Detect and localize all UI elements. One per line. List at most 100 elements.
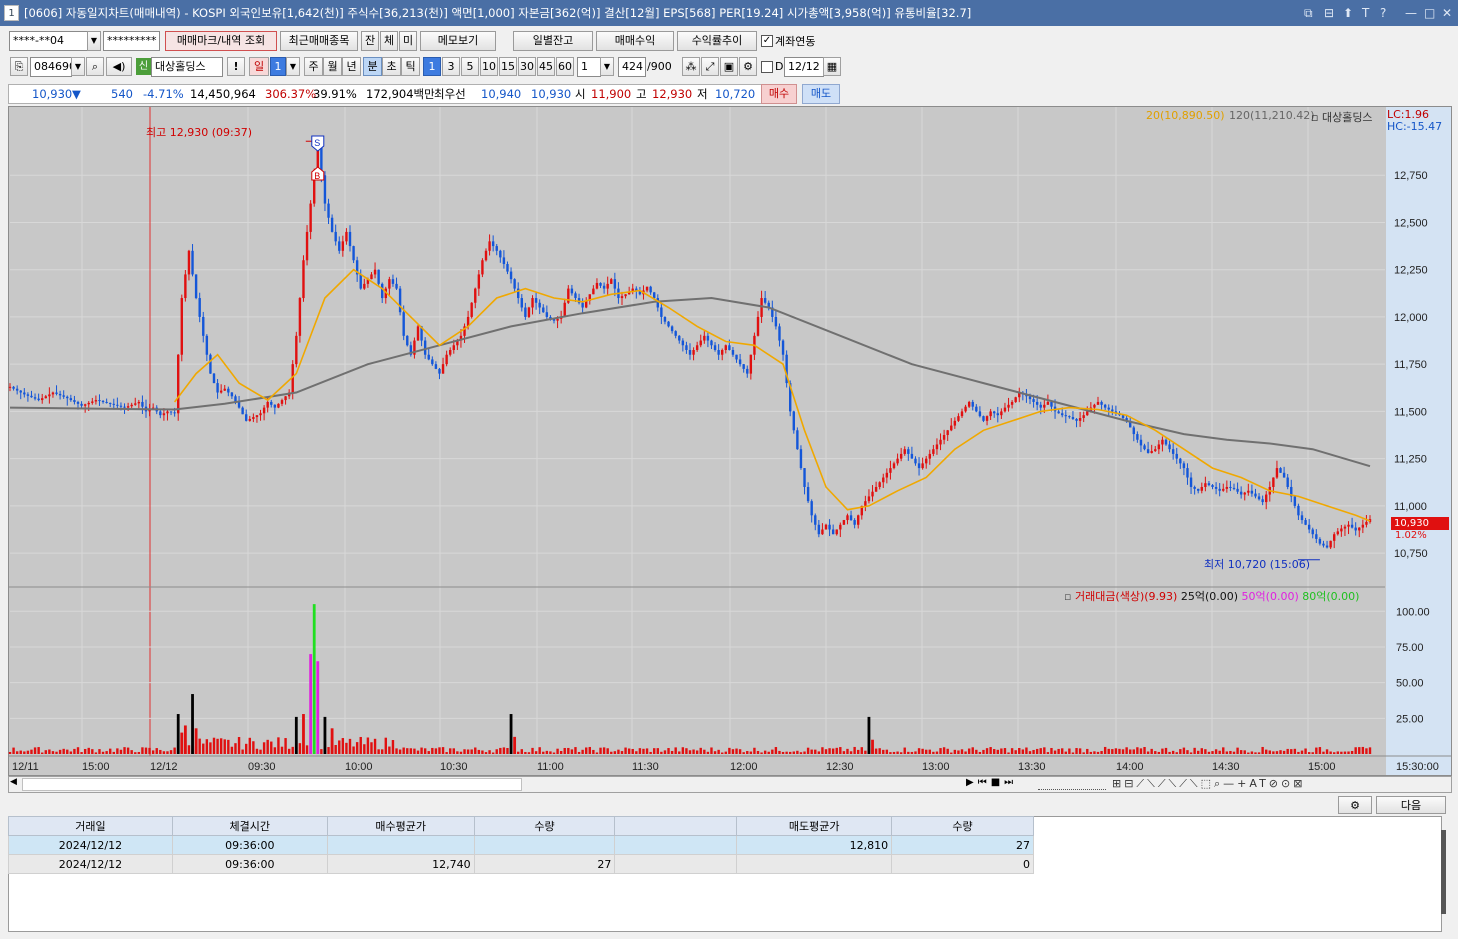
volume-bar <box>241 749 244 754</box>
volume-bar <box>230 746 234 754</box>
candle-body <box>91 401 94 403</box>
candle-body <box>177 354 180 414</box>
table-scrollbar[interactable] <box>1441 830 1446 914</box>
volume-bar <box>470 749 473 754</box>
candle-body <box>481 260 484 275</box>
candle-body <box>1218 488 1221 491</box>
volume-bar <box>649 751 652 754</box>
candle-body <box>359 274 362 289</box>
candle-body <box>649 286 652 293</box>
volume-bar <box>1025 747 1028 754</box>
zoom-slider[interactable] <box>1038 778 1106 790</box>
col-buy-avg[interactable]: 매수평균가 <box>326 816 475 836</box>
volume-bar <box>1186 750 1189 754</box>
col-trade-date[interactable]: 거래일 <box>8 816 173 836</box>
candle-body <box>1325 545 1329 548</box>
cell-buy-qty <box>473 835 616 855</box>
volume-y-tick: 100.00 <box>1396 606 1430 618</box>
volume-bar <box>878 748 881 754</box>
y-tick-label: 12,750 <box>1394 170 1428 182</box>
volume-bar <box>83 748 87 754</box>
candle-body <box>917 463 921 469</box>
volume-bar <box>1336 751 1339 754</box>
hc-value: HC:-15.47 <box>1387 120 1443 133</box>
volume-bar <box>1236 747 1239 754</box>
volume-bar <box>549 751 552 754</box>
col-buy-qty[interactable]: 수량 <box>473 816 616 836</box>
volume-bar <box>1111 749 1114 754</box>
volume-bar <box>613 751 617 754</box>
volume-y-tick: 25.00 <box>1396 713 1424 725</box>
col-exec-time[interactable]: 체결시간 <box>171 816 328 836</box>
candle-body <box>606 283 609 289</box>
y-tick-label: 11,750 <box>1394 359 1427 371</box>
volume-bar <box>245 743 248 754</box>
volume-bar <box>864 750 867 754</box>
x-tick-label: 15:30:00 <box>1396 761 1439 773</box>
volume-bar <box>1250 751 1254 754</box>
volume-bar <box>642 748 645 754</box>
ma20-legend: 20(10,890.50) <box>1146 109 1225 122</box>
cell-buy-avg: 12,740 <box>326 854 475 874</box>
candle-body <box>1121 415 1125 419</box>
candle-body <box>1279 468 1282 473</box>
next-button[interactable]: 다음 <box>1376 796 1446 814</box>
volume-bar <box>706 751 710 754</box>
volume-bar <box>1315 747 1318 754</box>
candle-body <box>685 345 688 350</box>
volume-bar <box>774 747 778 754</box>
volume-bar <box>431 747 434 754</box>
volume-bar <box>1243 750 1246 754</box>
volume-bar <box>1032 749 1035 754</box>
candle-body <box>266 401 269 408</box>
scroll-left-icon[interactable]: ◀ <box>10 777 17 787</box>
volume-bar <box>796 750 799 754</box>
volume-bar <box>377 749 380 754</box>
volume-bar <box>1275 751 1279 754</box>
volume-bar <box>1340 751 1343 754</box>
volume-spike-bar <box>176 714 180 754</box>
volume-bar <box>12 747 15 754</box>
volume-bar <box>420 747 423 754</box>
table-row[interactable]: 2024/12/12 09:36:00 12,810 27 <box>8 835 1034 855</box>
volume-bar <box>270 741 273 754</box>
scroll-thumb[interactable] <box>22 778 522 791</box>
x-tick-label: 12/12 <box>150 761 178 773</box>
candle-body <box>219 390 223 393</box>
playback-controls[interactable]: ▶⏮■⏭ <box>966 777 1017 788</box>
drawing-tools-icons[interactable]: ⊞⊟⟋⟍⟋⟍⟋⟍⬚⌕—+AT⊘⊙⊠ <box>1112 777 1305 791</box>
candle-body <box>1096 401 1100 405</box>
volume-bar <box>112 751 115 754</box>
volume-bar <box>280 746 284 754</box>
x-tick-label: 09:30 <box>248 761 276 773</box>
volume-bar <box>474 747 477 754</box>
volume-legend-80: 80억(0.00) <box>1302 590 1360 603</box>
volume-bar <box>978 751 982 754</box>
candle-body <box>760 298 763 317</box>
candle-body <box>613 279 617 289</box>
col-sell-avg[interactable]: 매도평균가 <box>736 816 893 836</box>
volume-bar <box>373 738 377 754</box>
table-row[interactable]: 2024/12/12 09:36:00 12,740 27 0 <box>8 854 1034 874</box>
volume-bar <box>688 750 692 754</box>
candle-body <box>1211 485 1214 487</box>
volume-bar <box>559 751 563 754</box>
volume-bar <box>1014 750 1017 754</box>
col-sell-qty[interactable]: 수량 <box>891 816 1034 836</box>
x-tick-label: 14:00 <box>1116 761 1144 773</box>
candle-body <box>921 463 924 469</box>
volume-bar <box>273 747 277 754</box>
candle-body <box>1168 444 1171 450</box>
cell-time: 09:36:00 <box>171 854 328 874</box>
table-settings-icon[interactable]: ⚙ <box>1338 796 1372 814</box>
candle-body <box>967 401 971 407</box>
candle-body <box>280 400 284 404</box>
candle-body <box>137 401 141 404</box>
candle-body <box>305 231 309 261</box>
col-blank[interactable] <box>614 816 738 836</box>
candle-body <box>191 250 194 275</box>
volume-bar <box>219 738 223 754</box>
candle-body <box>1265 494 1268 503</box>
candle-body <box>48 394 51 397</box>
candle-body <box>656 298 659 308</box>
